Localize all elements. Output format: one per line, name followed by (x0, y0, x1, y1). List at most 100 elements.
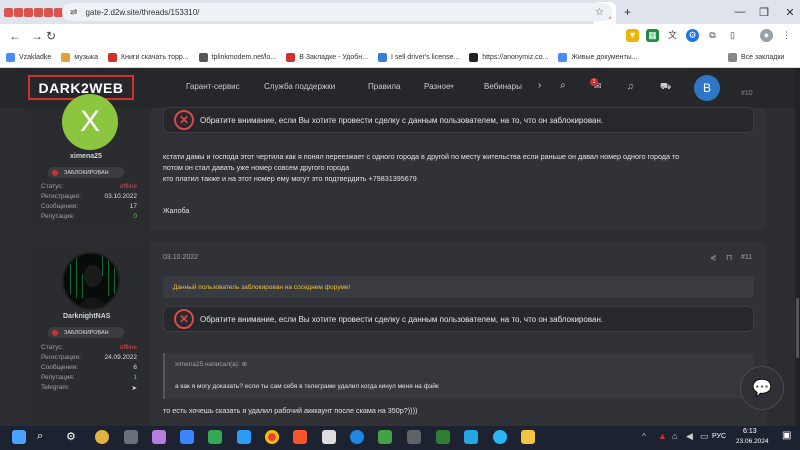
bookmark-item[interactable]: I sell driver's license... (377, 53, 460, 62)
username[interactable]: DarknightNAS (63, 313, 110, 320)
bookmarks-bar: Vzakladke музыка Книги скачать торр... t… (0, 48, 800, 68)
clock-date[interactable]: 23.06.2024 (736, 438, 769, 445)
telegram-icon[interactable] (493, 430, 507, 444)
quote-author[interactable]: ximena25 написал(а): ⊕ (175, 360, 247, 368)
search-icon[interactable]: ⌕ (560, 80, 566, 91)
chrome-icon[interactable] (265, 430, 279, 444)
bookmark-label: музыка (74, 54, 99, 61)
nav-rules[interactable]: Правила (368, 82, 400, 91)
user-avatar-button[interactable]: B (694, 75, 720, 101)
taskbar-app-icon[interactable] (208, 430, 222, 444)
info-key: Регистрация: (41, 354, 81, 361)
bookmark-star-icon[interactable]: ☆ (595, 7, 604, 18)
taskbar-app-icon[interactable] (464, 430, 478, 444)
page-scrollbar[interactable] (795, 68, 800, 426)
profile-icon[interactable]: ● (760, 29, 773, 42)
taskbar-app-icon[interactable] (95, 430, 109, 444)
report-link[interactable]: Жалоба (163, 208, 189, 215)
utorrent-icon[interactable] (378, 430, 392, 444)
cart-icon[interactable]: ⛟ (660, 81, 671, 93)
volume-icon[interactable]: ◀ (686, 431, 693, 442)
bookmark-item[interactable]: музыка (61, 53, 98, 62)
info-key: Статус: (41, 183, 64, 190)
taskbar-app-icon[interactable] (152, 430, 166, 444)
taskbar-app-icon[interactable] (350, 430, 364, 444)
tab-favicon[interactable] (44, 7, 53, 17)
tab-favicon[interactable] (24, 7, 33, 17)
menu-icon[interactable]: ⋮ (780, 29, 793, 42)
bookmark-item[interactable]: tplinkmodem.net/lo... (198, 53, 276, 62)
arrow-up-icon[interactable]: ⊕ (242, 361, 247, 368)
translate-icon[interactable]: 文 (666, 29, 679, 42)
taskbar-app-icon[interactable] (180, 430, 194, 444)
chevron-down-icon[interactable]: ▾ (450, 82, 454, 91)
bookmark-favicon (108, 53, 118, 62)
post-number[interactable]: #11 (741, 254, 752, 261)
settings-icon[interactable]: ⚙ (66, 430, 76, 443)
nav-misc[interactable]: Разное (424, 82, 450, 91)
chat-button[interactable]: 💬 (740, 366, 784, 410)
url-text: gate-2.d2w.site/threads/153310/ (85, 7, 200, 17)
blocked-warning-banner: ✕ Обратите внимание, если Вы хотите пров… (163, 107, 754, 133)
scrollbar-thumb[interactable] (796, 298, 799, 358)
close-circle-icon: ✕ (174, 110, 194, 130)
bookmark-item[interactable]: https://anonymiz.co... (469, 53, 548, 62)
back-icon[interactable]: ← (4, 29, 26, 43)
bookmark-label: Vzakladke (19, 54, 52, 61)
tab-favicon[interactable] (34, 7, 43, 17)
taskbar-app-icon[interactable] (407, 430, 421, 444)
username[interactable]: ximena25 (70, 153, 102, 160)
avatar[interactable] (62, 252, 120, 310)
network-icon[interactable]: ⌂ (672, 431, 677, 441)
nav-support[interactable]: Служба поддержки (264, 82, 335, 91)
extension-icon[interactable]: ▦ (646, 29, 659, 42)
share-icon[interactable]: ⋞ (710, 253, 717, 262)
language-indicator[interactable]: РУС (712, 433, 726, 440)
avatar[interactable]: X (62, 94, 118, 150)
post-date[interactable]: 03.10.2022 (163, 254, 198, 261)
tab-favicon[interactable] (4, 7, 13, 17)
taskbar-app-icon[interactable] (237, 430, 251, 444)
url-field[interactable]: ⇌ gate-2.d2w.site/threads/153310/ ☆ (62, 3, 612, 21)
nav-guarantee[interactable]: Гарант-сервис (186, 82, 240, 91)
brave-icon[interactable] (293, 430, 307, 444)
blocked-dot-icon (52, 169, 58, 176)
taskbar-app-icon[interactable] (322, 430, 336, 444)
tab-favicon[interactable] (14, 7, 23, 17)
bookmark-item[interactable]: Живые документы... (558, 53, 638, 62)
bookmark-label: I sell driver's license... (390, 54, 460, 61)
clock-time[interactable]: 6:13 (743, 428, 757, 435)
site-info-icon[interactable]: ⇌ (70, 7, 78, 18)
post-text-line: кстати дамы и господа этот чертила как я… (163, 152, 680, 161)
bookmark-favicon (6, 53, 15, 62)
close-window-button[interactable]: ✕ (772, 0, 800, 24)
search-icon[interactable]: ⌕ (37, 430, 43, 443)
notifications-icon[interactable]: ▣ (782, 430, 791, 441)
sidebar-icon[interactable]: ▯ (726, 29, 739, 42)
all-bookmarks[interactable]: Все закладки (728, 53, 784, 62)
folder-icon[interactable] (521, 430, 535, 444)
extensions-icon[interactable]: ⧉ (706, 29, 719, 42)
post-number[interactable]: #10 (741, 90, 753, 97)
tray-app-icon[interactable]: ▲ (658, 431, 667, 441)
bookmark-item[interactable]: Vzakladke (6, 53, 51, 62)
bookmark-item[interactable]: В Закладке - Удобн... (286, 53, 368, 62)
reload-icon[interactable]: ↻ (40, 29, 62, 43)
user-info-row: Регистрация: 03.10.2022 (41, 193, 137, 200)
tray-chevron-icon[interactable]: ^ (642, 432, 646, 441)
vpn-icon[interactable]: ⚙ (686, 29, 699, 42)
bookmark-icon[interactable]: ⊓ (726, 253, 732, 262)
new-tab-button[interactable]: + (624, 5, 631, 19)
taskbar-app-icon[interactable] (436, 430, 450, 444)
warning-text: Обратите внимание, если Вы хотите провес… (200, 314, 604, 324)
bell-icon[interactable]: ♫ (627, 81, 634, 91)
windows-start-icon[interactable] (12, 430, 26, 444)
bookmark-item[interactable]: Книги скачать торр... (108, 53, 189, 62)
nav-scroll-icon[interactable]: › (538, 80, 541, 91)
extension-icon[interactable]: ▼ (626, 29, 639, 42)
bookmark-favicon (469, 53, 479, 62)
nav-webinars[interactable]: Вебинары (484, 82, 522, 91)
battery-icon[interactable]: ▭ (700, 431, 709, 442)
telegram-icon[interactable]: ➤ (132, 384, 137, 392)
taskbar-app-icon[interactable] (124, 430, 138, 444)
